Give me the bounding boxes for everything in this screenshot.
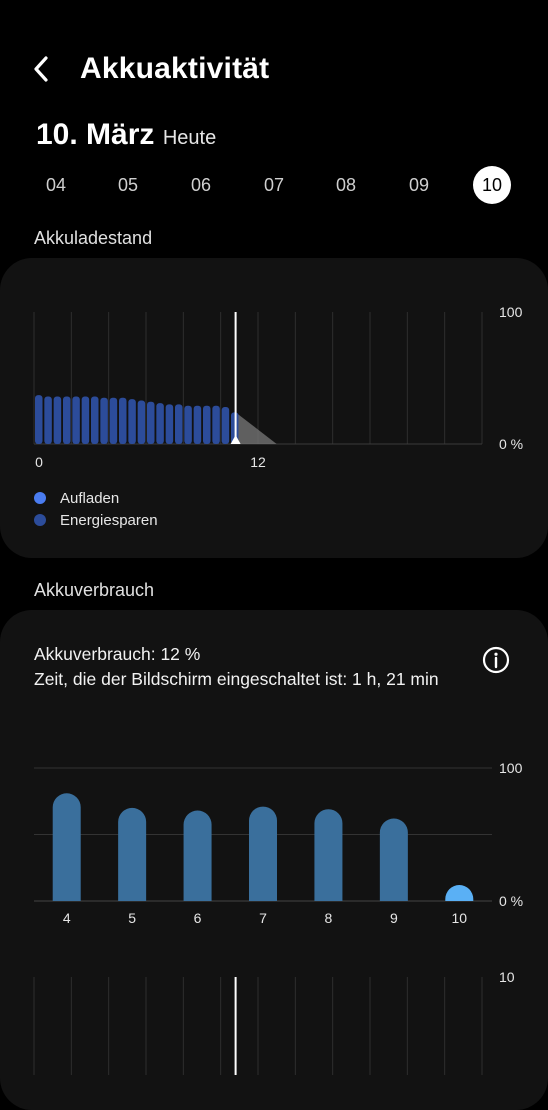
app-header: Akkuaktivität bbox=[0, 38, 548, 100]
projected-area bbox=[235, 412, 277, 444]
date-sub: Heute bbox=[162, 127, 217, 149]
level-bar bbox=[63, 396, 71, 444]
battery-level-legend: Aufladen Energiesparen bbox=[34, 487, 158, 531]
info-button[interactable] bbox=[482, 646, 510, 674]
legend-dot-power-saving bbox=[34, 514, 46, 526]
battery-usage-card: Akkuverbrauch: 12 % Zeit, die der Bildsc… bbox=[0, 610, 548, 1110]
level-bar bbox=[156, 403, 164, 444]
day-06[interactable]: 06 bbox=[182, 166, 220, 204]
day-05[interactable]: 05 bbox=[109, 166, 147, 204]
level-bar bbox=[203, 405, 211, 444]
usage-bar bbox=[445, 885, 474, 901]
x-tick-label: 7 bbox=[259, 910, 267, 926]
x-tick-label: 6 bbox=[194, 910, 202, 926]
page-title: Akkuaktivität bbox=[80, 52, 270, 85]
day-08[interactable]: 08 bbox=[327, 166, 365, 204]
legend-dot-charging bbox=[34, 492, 46, 504]
x-tick-label: 10 bbox=[451, 910, 467, 926]
usage-bar bbox=[379, 818, 408, 901]
level-bar bbox=[128, 399, 136, 444]
chevron-left-icon bbox=[34, 56, 48, 82]
level-bar bbox=[212, 405, 220, 444]
day-selector: 04 05 06 07 08 09 10 bbox=[18, 166, 530, 206]
usage-bar bbox=[249, 806, 277, 901]
usage-bar bbox=[118, 807, 147, 901]
level-bar bbox=[165, 404, 174, 444]
legend-item-power-saving: Energiesparen bbox=[34, 509, 158, 531]
level-bar bbox=[72, 396, 80, 444]
day-10[interactable]: 10 bbox=[473, 166, 511, 204]
usage-bar bbox=[52, 793, 81, 901]
day-09[interactable]: 09 bbox=[400, 166, 438, 204]
level-bar bbox=[137, 400, 146, 444]
legend-item-charging: Aufladen bbox=[34, 487, 158, 509]
x-tick-label: 0 bbox=[35, 454, 43, 470]
level-bar bbox=[91, 396, 99, 444]
day-07[interactable]: 07 bbox=[255, 166, 293, 204]
date-heading: 10. März Heute bbox=[36, 118, 216, 158]
x-tick-label: 8 bbox=[325, 910, 333, 926]
level-bar bbox=[193, 405, 202, 444]
battery-usage-label: Akkuverbrauch bbox=[34, 580, 155, 600]
back-button[interactable] bbox=[24, 52, 64, 86]
usage-bar bbox=[314, 809, 343, 901]
y-tick-label: 100 bbox=[499, 760, 523, 776]
x-tick-label: 12 bbox=[250, 454, 266, 470]
legend-label-charging: Aufladen bbox=[60, 489, 120, 507]
level-bar bbox=[81, 396, 90, 444]
level-bar bbox=[35, 395, 43, 444]
legend-label-power-saving: Energiesparen bbox=[60, 511, 158, 529]
usage-summary: Akkuverbrauch: 12 % Zeit, die der Bildsc… bbox=[34, 642, 439, 692]
level-bar bbox=[221, 407, 230, 444]
battery-level-label: Akkuladestand bbox=[34, 228, 153, 248]
usage-percent-text: Akkuverbrauch: 12 % bbox=[34, 644, 201, 664]
date-main: 10. März bbox=[36, 118, 155, 151]
level-bar bbox=[147, 401, 155, 444]
info-icon bbox=[482, 646, 510, 674]
y-tick-label: 0 % bbox=[499, 436, 523, 452]
level-bar bbox=[184, 405, 192, 444]
level-bar bbox=[109, 397, 118, 444]
usage-bar bbox=[183, 810, 212, 901]
x-tick-label: 5 bbox=[128, 910, 136, 926]
level-bar bbox=[175, 404, 183, 444]
x-tick-label: 4 bbox=[63, 910, 71, 926]
x-tick-label: 9 bbox=[390, 910, 398, 926]
level-bar bbox=[119, 397, 127, 444]
y-tick-label: 10 bbox=[499, 969, 515, 985]
y-tick-label: 0 % bbox=[499, 893, 523, 909]
hourly-usage-chart: 10 bbox=[33, 969, 515, 1075]
battery-level-chart: 0 12 100 0 % bbox=[33, 304, 523, 470]
level-bar bbox=[44, 396, 52, 444]
screen-time-text: Zeit, die der Bildschirm eingeschaltet i… bbox=[34, 669, 439, 689]
day-04[interactable]: 04 bbox=[37, 166, 75, 204]
level-bar bbox=[100, 397, 108, 444]
y-tick-label: 100 bbox=[499, 304, 523, 320]
level-bar bbox=[53, 396, 62, 444]
battery-level-card: 0 12 100 0 % Aufladen Energiesparen bbox=[0, 258, 548, 558]
